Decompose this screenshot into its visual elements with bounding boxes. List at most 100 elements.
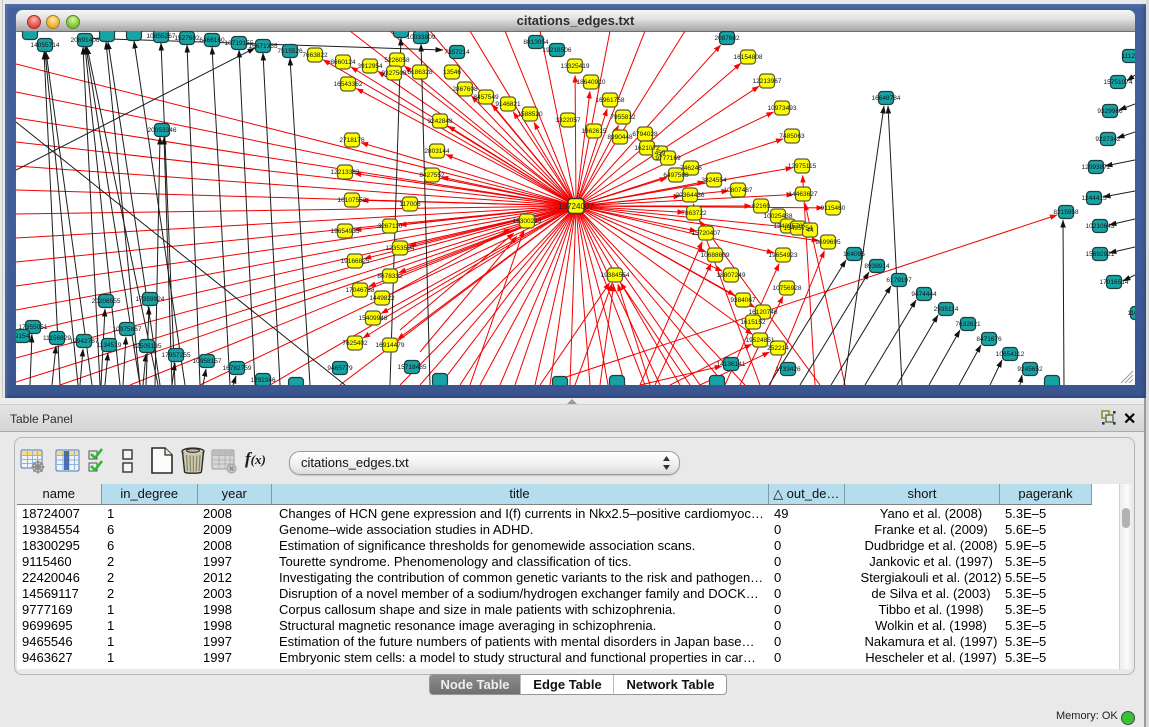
svg-text:10807487: 10807487 [724,187,753,194]
svg-text:16648784: 16648784 [872,95,901,102]
svg-text:7955812: 7955812 [610,114,636,121]
svg-text:116753: 116753 [1127,310,1135,317]
svg-text:20053346: 20053346 [148,127,177,134]
svg-text:9384067: 9384067 [730,297,756,304]
svg-text:10210643: 10210643 [1086,223,1115,230]
svg-text:10958157: 10958157 [193,358,222,365]
svg-text:3912954: 3912954 [357,63,383,70]
svg-text:19166825: 19166825 [341,258,370,265]
svg-text:20364436: 20364436 [676,192,705,199]
svg-text:746246: 746246 [680,165,702,172]
svg-text:62160: 62160 [752,203,770,210]
svg-text:12942787: 12942787 [70,338,99,345]
svg-text:18640910: 18640910 [577,79,606,86]
svg-text:8215958: 8215958 [1053,209,1079,216]
svg-text:8427552: 8427552 [419,172,445,179]
svg-text:391547: 391547 [16,333,33,340]
svg-text:1588520: 1588520 [517,111,543,118]
svg-text:1449822: 1449822 [369,295,395,302]
svg-text:10655267: 10655267 [147,33,176,40]
svg-text:15751074: 15751074 [1104,79,1133,86]
svg-text:17046788: 17046788 [346,287,375,294]
svg-text:19524851: 19524851 [746,337,775,344]
svg-text:44: 44 [806,227,814,234]
svg-text:1292346: 1292346 [250,377,276,384]
svg-text:14055714: 14055714 [31,42,60,49]
svg-text:10688609: 10688609 [701,252,730,259]
svg-text:14463627: 14463627 [789,191,818,198]
svg-text:1244415: 1244415 [1081,195,1107,202]
svg-text:9329966: 9329966 [1097,108,1123,115]
svg-text:15409948: 15409948 [359,315,388,322]
svg-text:9227342: 9227342 [1095,136,1121,143]
svg-text:17957255: 17957255 [162,352,191,359]
svg-text:10654112: 10654112 [996,351,1025,358]
svg-text:7357214: 7357214 [444,49,470,56]
svg-text:9474444: 9474444 [911,291,937,298]
svg-text:10033809: 10033809 [407,34,436,41]
svg-text:16154808: 16154808 [734,54,763,61]
svg-text:12505135: 12505135 [133,343,162,350]
svg-text:16120746: 16120746 [749,309,778,316]
svg-text:16671355: 16671355 [249,43,278,50]
svg-text:2803144: 2803144 [424,148,450,155]
svg-text:10025438: 10025438 [764,213,793,220]
svg-text:6497568: 6497568 [663,172,689,179]
svg-text:8990448: 8990448 [607,134,633,141]
svg-text:8186328: 8186328 [407,69,433,76]
svg-text:11120: 11120 [1121,53,1135,60]
svg-text:8813054: 8813054 [523,39,549,46]
svg-text:19218506: 19218506 [543,47,572,54]
svg-text:9777169: 9777169 [655,155,681,162]
svg-text:8471676: 8471676 [976,336,1002,343]
svg-text:17016514: 17016514 [1100,279,1129,286]
svg-text:20206555: 20206555 [92,298,121,305]
svg-text:2935114: 2935114 [934,306,959,313]
svg-text:9115460: 9115460 [821,205,846,212]
svg-text:16782759: 16782759 [223,365,252,372]
svg-text:8660124: 8660124 [330,59,356,66]
svg-text:15720407: 15720407 [692,230,721,237]
svg-text:15692921: 15692921 [1086,251,1115,258]
svg-text:7515526: 7515526 [277,48,303,55]
svg-text:9465779: 9465779 [327,365,353,372]
svg-text:9242848: 9242848 [427,118,453,125]
svg-text:20691406: 20691406 [71,37,100,44]
svg-text:12093872: 12093872 [1082,164,1111,171]
svg-text:18807249: 18807249 [717,272,746,279]
svg-text:9146821: 9146821 [495,101,521,108]
svg-text:19654923: 19654923 [769,252,798,259]
svg-text:17355051: 17355051 [19,324,48,331]
svg-text:9699695: 9699695 [815,239,841,246]
svg-text:17359924: 17359924 [136,296,165,303]
svg-text:7663822: 7663822 [302,52,328,59]
svg-text:15718485: 15718485 [398,364,427,371]
svg-text:13325419: 13325419 [561,63,590,70]
svg-text:19384554: 19384554 [601,272,630,279]
svg-text:10975867: 10975867 [113,326,142,333]
svg-text:12975115: 12975115 [788,163,817,170]
svg-text:6794028: 6794028 [632,131,658,138]
svg-text:16961758: 16961758 [596,97,625,104]
svg-text:13546: 13546 [443,69,461,76]
svg-text:8938914: 8938914 [864,263,890,270]
svg-text:18724007: 18724007 [558,202,594,211]
svg-text:16543362: 16543362 [334,81,363,88]
svg-text:6179197: 6179197 [886,277,912,284]
svg-text:12213967: 12213967 [753,78,782,85]
svg-text:10107552: 10107552 [338,197,367,204]
svg-text:8457549: 8457549 [473,94,499,101]
svg-text:19654935: 19654935 [331,228,360,235]
svg-text:1962615: 1962615 [581,128,607,135]
svg-text:2718176: 2718176 [339,137,365,144]
svg-text:1615152: 1615152 [740,319,766,326]
svg-text:8678332: 8678332 [377,273,403,280]
svg-text:117006: 117006 [399,201,421,208]
svg-text:1322057: 1322057 [555,117,581,124]
svg-text:6466160: 6466160 [199,37,225,44]
svg-text:15300213: 15300213 [513,218,542,225]
svg-text:3267110: 3267110 [378,223,403,230]
svg-text:5226058: 5226058 [384,57,410,64]
svg-text:16914479: 16914479 [376,342,405,349]
svg-text:7625402: 7625402 [342,340,368,347]
